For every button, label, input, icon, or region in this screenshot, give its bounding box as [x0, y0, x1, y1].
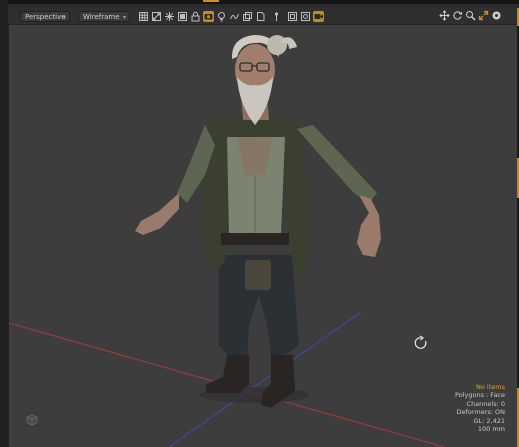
- video-camera-button[interactable]: [313, 11, 324, 22]
- modo-3d-viewport-window: Perspective ▾ Wireframe ▾ No items Polyg…: [0, 0, 519, 447]
- star-burst-button[interactable]: [164, 11, 175, 22]
- gl-polycount: GL: 2,421: [473, 416, 505, 425]
- document-icon: [257, 12, 265, 21]
- rotate-button[interactable]: [452, 10, 463, 21]
- cube-button[interactable]: [177, 11, 188, 22]
- lock-button[interactable]: [190, 11, 201, 22]
- z-axis-line: [168, 311, 362, 447]
- viewport-navigation-controls: [430, 8, 515, 24]
- move-icon: [439, 10, 450, 21]
- polygons-mode: Polygons : Face: [455, 391, 505, 400]
- texture-button[interactable]: [300, 11, 311, 22]
- maximize-button[interactable]: [478, 10, 489, 21]
- layers-icon: [243, 12, 252, 21]
- layers-button[interactable]: [242, 11, 253, 22]
- rotate-icon: [453, 11, 463, 20]
- view-mode-dropdown[interactable]: Perspective ▾: [20, 11, 70, 22]
- star-burst-icon: [165, 12, 174, 21]
- cube-icon: [178, 12, 187, 21]
- viewport-info-overlay: No items Polygons : Face Channels: 0 Def…: [455, 383, 505, 433]
- deformers-status: Deformers: ON: [456, 408, 505, 417]
- reset-view-button[interactable]: [413, 335, 429, 351]
- bone-icon: [152, 12, 161, 21]
- grid-button[interactable]: [138, 11, 149, 22]
- light-bulb-icon: [218, 12, 225, 22]
- bone-button[interactable]: [151, 11, 162, 22]
- chevron-down-icon: ▾: [122, 14, 126, 21]
- view-mode-label: Perspective: [25, 13, 66, 21]
- refresh-icon: [414, 335, 427, 349]
- zoom-button[interactable]: [465, 10, 476, 21]
- chevron-down-icon: ▾: [62, 14, 66, 21]
- character-model[interactable]: [135, 35, 381, 408]
- video-camera-icon: [314, 14, 323, 19]
- frame-button[interactable]: [287, 11, 298, 22]
- light-bulb-button[interactable]: [216, 11, 227, 22]
- grid-icon: [139, 12, 148, 21]
- shading-mode-label: Wireframe: [83, 13, 120, 21]
- shading-mode-dropdown[interactable]: Wireframe ▾: [78, 11, 130, 22]
- options-button[interactable]: [491, 10, 502, 21]
- options-icon: [492, 11, 501, 20]
- pin-button[interactable]: [271, 11, 282, 22]
- maximize-icon: [478, 10, 489, 21]
- deformer-button[interactable]: [229, 11, 240, 22]
- viewport-scene[interactable]: [9, 25, 519, 447]
- window-top-strip: [0, 0, 519, 4]
- document-button[interactable]: [255, 11, 266, 22]
- camera-button[interactable]: [203, 11, 214, 22]
- orientation-cube[interactable]: [25, 412, 39, 426]
- camera-icon: [204, 14, 213, 20]
- grid-scale: 100 mm: [477, 425, 505, 434]
- left-panel-edge: [0, 0, 8, 447]
- pin-icon: [274, 12, 279, 21]
- move-button[interactable]: [439, 10, 450, 21]
- channels-count: Channels: 0: [466, 399, 505, 408]
- active-tab-indicator[interactable]: [203, 0, 219, 2]
- lock-icon: [191, 11, 200, 22]
- texture-icon: [301, 12, 310, 21]
- selection-status: No items: [476, 383, 505, 391]
- zoom-icon: [466, 11, 476, 21]
- orientation-cube-icon: [26, 414, 38, 426]
- deformer-icon: [230, 13, 239, 20]
- frame-icon: [288, 12, 297, 21]
